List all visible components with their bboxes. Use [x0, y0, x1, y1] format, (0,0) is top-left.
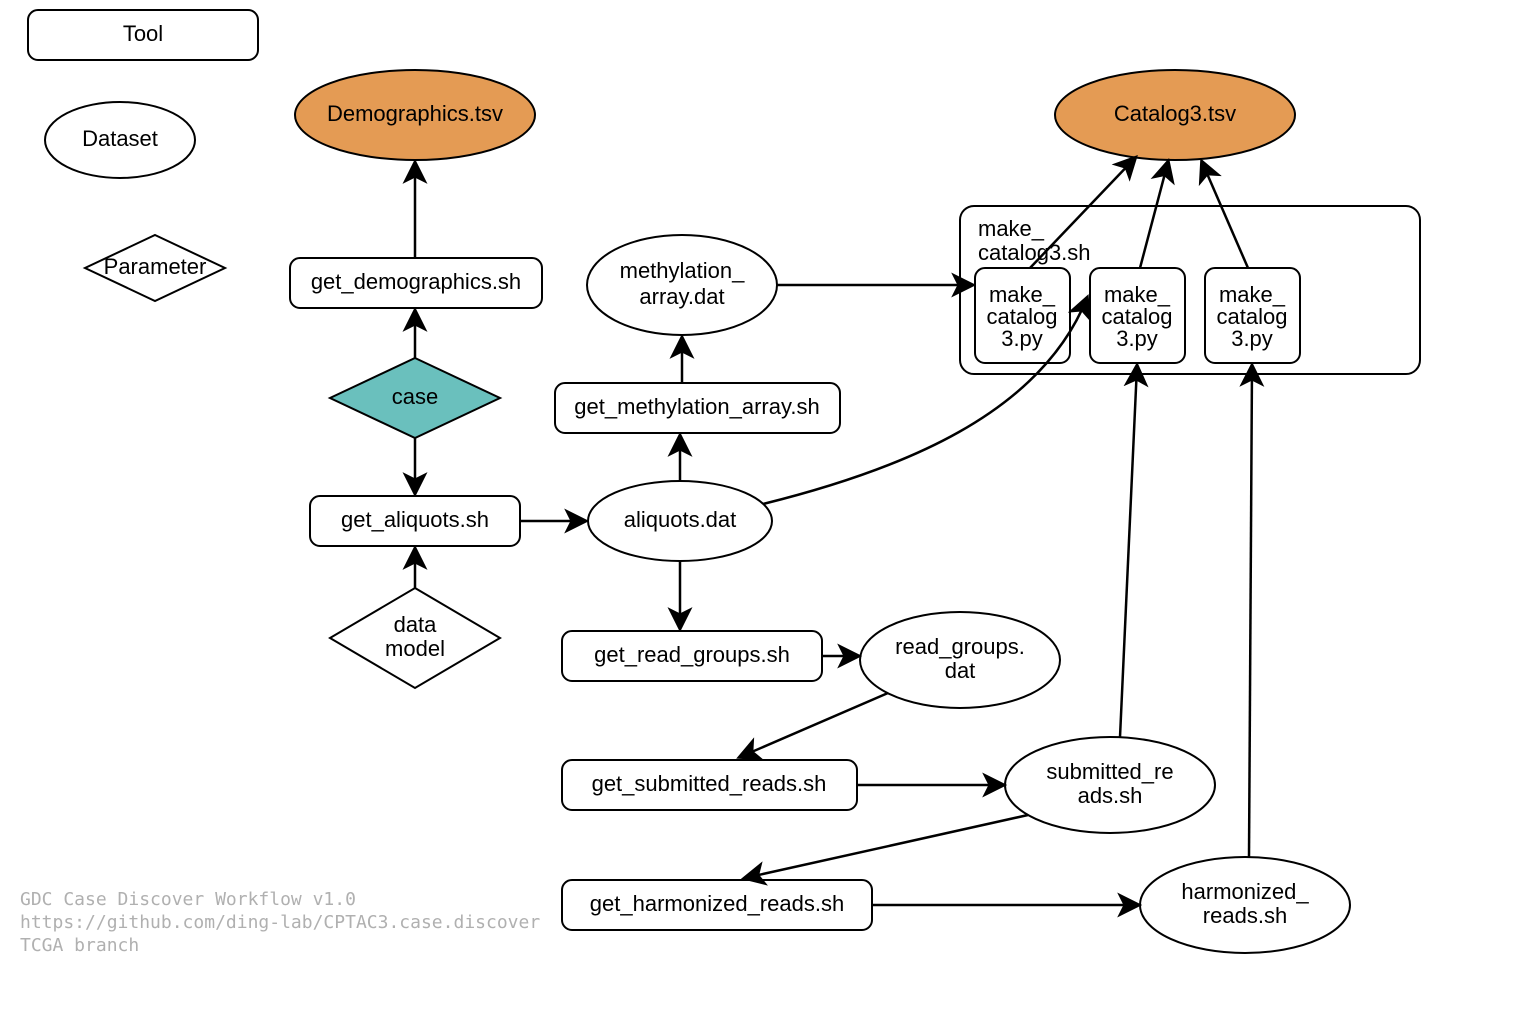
node-data-model-l2: model — [385, 636, 445, 661]
node-get-methylation-array-label: get_methylation_array.sh — [574, 394, 819, 419]
group-make-catalog3-sh-l2: catalog3.sh — [978, 240, 1091, 265]
node-methylation-array-l2: array.dat — [639, 284, 724, 309]
node-aliquots-dat-label: aliquots.dat — [624, 507, 737, 532]
node-make-catalog3-py-1-l3: 3.py — [1001, 326, 1043, 351]
footer-l3: TCGA branch — [20, 935, 139, 956]
node-make-catalog3-py-3-l3: 3.py — [1231, 326, 1273, 351]
arrow-makecatalog3-to-catalog3 — [1202, 162, 1248, 268]
arrow-makecatalog2-to-catalog3 — [1140, 162, 1168, 268]
footer-l2: https://github.com/ding-lab/CPTAC3.case.… — [20, 912, 540, 933]
node-data-model-l1: data — [394, 612, 438, 637]
arrow-submitted-to-getharmonized — [745, 815, 1028, 878]
node-case-label: case — [392, 384, 438, 409]
legend-parameter-label: Parameter — [104, 254, 207, 279]
node-demographics-tsv-label: Demographics.tsv — [327, 101, 503, 126]
node-submitted-reads-l1: submitted_re — [1046, 759, 1173, 784]
node-harmonized-reads-l2: reads.sh — [1203, 903, 1287, 928]
node-get-demographics-label: get_demographics.sh — [311, 269, 521, 294]
node-read-groups-l2: dat — [945, 658, 976, 683]
legend-dataset-label: Dataset — [82, 126, 158, 151]
node-catalog3-tsv-label: Catalog3.tsv — [1114, 101, 1236, 126]
arrow-submitted-to-makecatalog2 — [1120, 366, 1137, 737]
node-submitted-reads-l2: ads.sh — [1078, 783, 1143, 808]
arrow-harmonized-to-makecatalog3 — [1249, 366, 1252, 857]
node-get-submitted-reads-label: get_submitted_reads.sh — [592, 771, 827, 796]
node-harmonized-reads-l1: harmonized_ — [1181, 879, 1309, 904]
footer-l1: GDC Case Discover Workflow v1.0 — [20, 889, 356, 910]
legend-tool-label: Tool — [123, 21, 163, 46]
node-read-groups-l1: read_groups. — [895, 634, 1025, 659]
node-get-aliquots-label: get_aliquots.sh — [341, 507, 489, 532]
arrow-readgroups-to-getsubmitted — [740, 693, 888, 757]
node-methylation-array-l1: methylation_ — [620, 258, 746, 283]
node-make-catalog3-py-2-l3: 3.py — [1116, 326, 1158, 351]
node-get-read-groups-label: get_read_groups.sh — [594, 642, 790, 667]
node-get-harmonized-reads-label: get_harmonized_reads.sh — [590, 891, 844, 916]
group-make-catalog3-sh-l1: make_ — [978, 216, 1045, 241]
